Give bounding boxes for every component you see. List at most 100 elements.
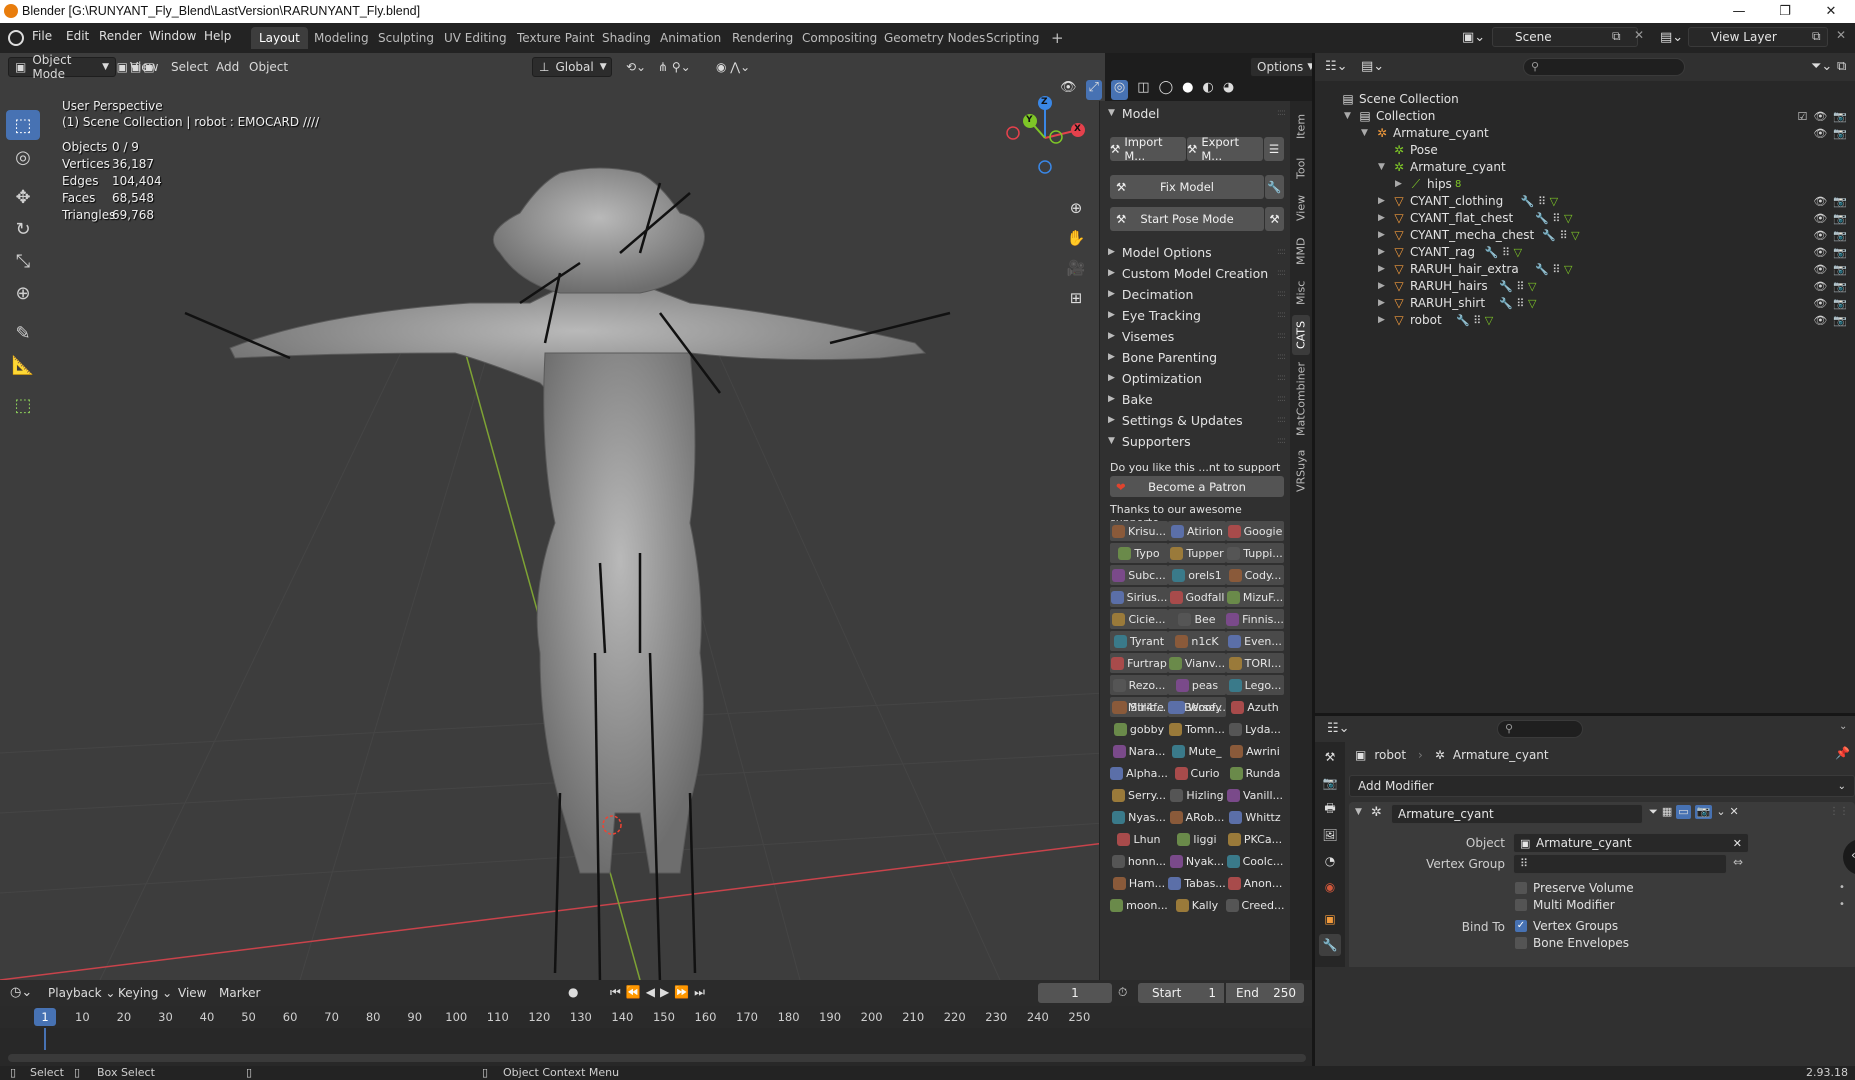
select-menu[interactable]: Select (165, 57, 214, 77)
gizmo-toggle-icon[interactable]: ⤢ (1085, 80, 1102, 100)
modifier-wrench-icon[interactable]: 🔧 (1521, 195, 1535, 208)
supporter-cell[interactable]: Lego... (1226, 675, 1284, 695)
remove-modifier-icon[interactable]: ✕ (1730, 805, 1739, 819)
panel-model-header[interactable]: ▼ Model:::: (1100, 101, 1290, 125)
supporter-cell[interactable]: n1cK (1168, 631, 1226, 651)
display-mode-icon[interactable]: ▤⌄ (1361, 59, 1384, 74)
add-cube-tool-icon[interactable]: ⬚ (6, 390, 40, 420)
mesh-data-icon[interactable]: ▽ (1564, 212, 1572, 225)
expand-right-icon[interactable]: ▶ (1395, 179, 1402, 189)
camera-render-icon[interactable]: 📷 (1833, 246, 1847, 259)
modifier-name-field[interactable]: Armature_cyant (1391, 804, 1643, 824)
object-properties-icon[interactable]: ▣ (1319, 908, 1341, 930)
vertex-groups-icon[interactable]: ⠿ (1516, 297, 1524, 310)
multi-modifier-checkbox[interactable]: Multi Modifier (1515, 898, 1615, 912)
tab-misc[interactable]: Misc (1292, 275, 1310, 311)
eye-icon[interactable]: 👁 (1813, 280, 1827, 293)
expand-right-icon[interactable]: ▶ (1378, 315, 1385, 325)
menu-help[interactable]: Help (204, 29, 231, 43)
vertex-groups-icon[interactable]: ⠿ (1538, 195, 1546, 208)
tab-cats[interactable]: CATS (1292, 315, 1310, 355)
modifier-properties-icon[interactable]: 🔧 (1319, 934, 1341, 956)
camera-render-icon[interactable]: 📷 (1833, 263, 1847, 276)
zoom-icon[interactable]: ⊕ (1062, 193, 1090, 223)
drag-handle-icon[interactable]: ⋮⋮ (1829, 806, 1849, 817)
view-layer-selector-icon[interactable]: ▤⌄ (1660, 30, 1683, 45)
supporter-cell[interactable]: Cody... (1226, 565, 1284, 585)
supporter-cell[interactable]: Vianv... (1168, 653, 1226, 673)
outliner-search-input[interactable]: ⚲ (1523, 58, 1685, 76)
viewport-display-icon[interactable]: ▭ (1676, 805, 1691, 819)
pose-options-icon[interactable]: ⚒ (1265, 207, 1284, 231)
supporter-cell[interactable]: Typo (1110, 543, 1168, 563)
vertex-groups-icon[interactable]: ⠿ (1552, 263, 1560, 276)
supporter-cell[interactable]: Tyrant (1110, 631, 1168, 651)
visibility-icon[interactable]: 👁 (1060, 80, 1077, 100)
supporter-cell[interactable]: TORI... (1226, 653, 1284, 673)
add-menu[interactable]: Add (210, 57, 245, 77)
material-shading-icon[interactable]: ◐ (1202, 80, 1213, 100)
import-model-button[interactable]: ⚒ Import M... (1110, 135, 1186, 163)
camera-render-icon[interactable]: 📷 (1833, 314, 1847, 327)
snap-icon[interactable]: ⋔ ⚲⌄ (652, 57, 697, 77)
options-dropdown[interactable]: Options ▼ (1250, 57, 1322, 77)
marker-menu[interactable]: Marker (219, 986, 260, 1000)
modifier-wrench-icon[interactable]: 🔧 (1499, 297, 1513, 310)
supporter-cell[interactable]: Furtrap (1110, 653, 1168, 673)
tab-uv-editing[interactable]: UV Editing (436, 27, 515, 49)
panel-supporters[interactable]: ▼ Supporters:::: (1100, 429, 1290, 453)
measure-tool-icon[interactable]: 📐 (6, 350, 40, 380)
animate-property-icon[interactable]: • (1839, 882, 1845, 893)
playback-menu[interactable]: Playback ⌄ (48, 986, 115, 1000)
camera-view-icon[interactable]: 🎥 (1062, 253, 1090, 283)
modifier-wrench-icon[interactable]: 🔧 (1542, 229, 1556, 242)
camera-render-icon[interactable]: 📷 (1833, 212, 1847, 225)
supporter-cell[interactable]: peas (1168, 675, 1226, 695)
cursor-tool-icon[interactable]: ◎ (6, 142, 40, 172)
expand-right-icon[interactable]: ▶ (1378, 196, 1385, 206)
tab-sculpting[interactable]: Sculpting (370, 27, 442, 49)
expand-right-icon[interactable]: ▶ (1378, 264, 1385, 274)
camera-render-icon[interactable]: 📷 (1833, 297, 1847, 310)
supporter-cell[interactable]: Godfall (1168, 587, 1226, 607)
minimize-button[interactable]: — (1716, 0, 1762, 23)
bone-envelopes-checkbox[interactable]: Bone Envelopes (1515, 936, 1629, 950)
tab-scripting[interactable]: Scripting (978, 27, 1047, 49)
vertex-groups-checkbox[interactable]: ✓ Vertex Groups (1515, 919, 1618, 933)
supporter-cell[interactable]: Googie (1226, 521, 1284, 541)
tab-vrsuya[interactable]: VRSuya (1292, 443, 1310, 499)
properties-editor-type-icon[interactable]: ☷⌄ (1327, 721, 1350, 736)
supporter-cell[interactable]: Even... (1226, 631, 1284, 651)
close-window-button[interactable]: ✕ (1808, 0, 1854, 23)
vertex-group-field[interactable]: ⠿ (1513, 854, 1727, 874)
supporter-cell[interactable]: Bee (1168, 609, 1226, 629)
camera-render-icon[interactable]: 📷 (1833, 229, 1847, 242)
solid-shading-icon[interactable]: ● (1182, 80, 1193, 100)
supporter-cell[interactable]: Atirion (1168, 521, 1226, 541)
select-box-tool-icon[interactable]: ⬚ (6, 110, 40, 140)
tab-shading[interactable]: Shading (594, 27, 659, 49)
invert-vertex-group-icon[interactable]: ⇔ (1733, 855, 1743, 869)
navigation-gizmo[interactable]: Z X Y (1000, 93, 1090, 183)
render-display-icon[interactable]: 📷 (1694, 805, 1713, 819)
filter-icon[interactable]: ⏷⌄ (1811, 59, 1832, 74)
annotate-tool-icon[interactable]: ✎ (6, 318, 40, 348)
supporter-cell[interactable]: MizuF... (1226, 587, 1284, 607)
wrench-icon[interactable]: 🔧 (1265, 175, 1284, 199)
new-collection-icon[interactable]: ⧉ (1837, 59, 1846, 74)
eye-icon[interactable]: 👁 (1813, 246, 1827, 259)
eye-icon[interactable]: 👁 (1813, 263, 1827, 276)
current-frame-field[interactable]: 1 (1038, 983, 1112, 1003)
mesh-data-icon[interactable]: ▽ (1528, 280, 1536, 293)
xray-icon[interactable]: ◫ (1137, 80, 1149, 100)
collapse-icon[interactable]: ▼ (1355, 807, 1362, 817)
eye-icon[interactable]: 👁 (1813, 212, 1827, 225)
view-layer-properties-icon[interactable]: 🖼 (1319, 824, 1341, 846)
chevron-down-icon[interactable]: ⌄ (1839, 721, 1847, 732)
tab-rendering[interactable]: Rendering (724, 27, 801, 49)
timeline-editor-type-icon[interactable]: ◷⌄ (10, 985, 32, 1000)
on-cage-icon[interactable]: ⏷ (1649, 805, 1658, 819)
eye-icon[interactable]: 👁 (1813, 314, 1827, 327)
delete-scene-icon[interactable]: ✕ (1634, 28, 1644, 42)
animate-property-icon[interactable]: • (1839, 899, 1845, 910)
